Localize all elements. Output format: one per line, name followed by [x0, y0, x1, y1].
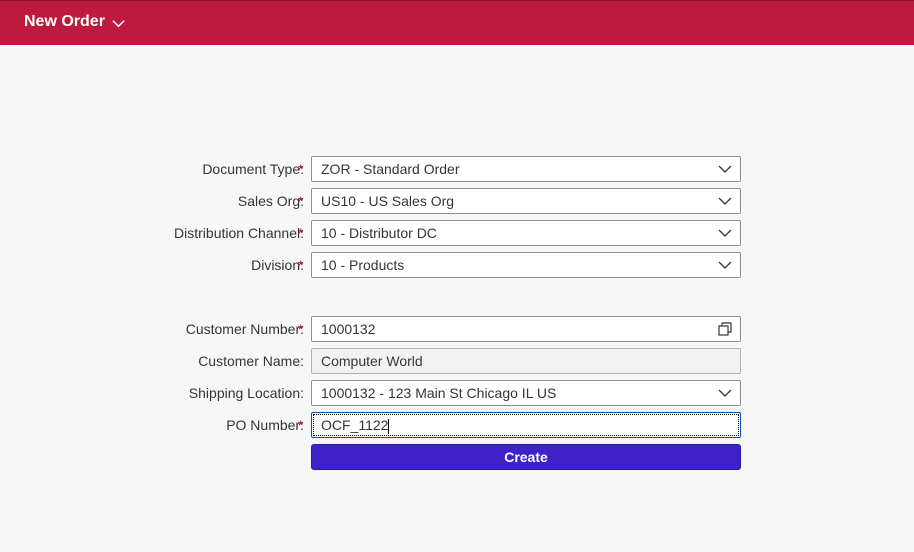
app-title-menu[interactable]: New Order — [24, 13, 125, 31]
po-number-value: OCF_1122 — [321, 417, 389, 433]
po-number-row: PO Number: * OCF_1122 — [0, 412, 914, 438]
distribution-channel-label: Distribution Channel: — [174, 225, 304, 241]
division-row: Division: * 10 - Products — [0, 252, 914, 278]
customer-name-value: Computer World — [321, 353, 423, 369]
required-marker: * — [298, 321, 304, 337]
required-marker: * — [298, 417, 304, 433]
required-marker: * — [298, 193, 304, 209]
required-marker: * — [298, 257, 304, 273]
document-type-row: Document Type: * ZOR - Standard Order — [0, 156, 914, 182]
division-select[interactable]: 10 - Products — [311, 252, 741, 278]
chevron-down-icon[interactable] — [718, 162, 732, 176]
sales-org-label: Sales Org: — [237, 193, 304, 209]
shipping-location-label: Shipping Location: — [188, 385, 304, 401]
text-caret — [388, 418, 390, 434]
distribution-channel-select[interactable]: 10 - Distributor DC — [311, 220, 741, 246]
sales-org-select[interactable]: US10 - US Sales Org — [311, 188, 741, 214]
shipping-location-select[interactable]: 1000132 - 123 Main St Chicago IL US — [311, 380, 741, 406]
customer-number-row: Customer Number: * 1000132 — [0, 316, 914, 342]
required-marker: * — [298, 161, 304, 177]
po-number-label: PO Number: — [226, 417, 304, 433]
chevron-down-icon[interactable] — [718, 258, 732, 272]
customer-name-row: Customer Name: Computer World — [0, 348, 914, 374]
sales-org-value: US10 - US Sales Org — [321, 193, 455, 209]
po-number-input[interactable]: OCF_1122 — [311, 412, 741, 438]
shipping-location-value: 1000132 - 123 Main St Chicago IL US — [321, 385, 557, 401]
po-number-value-wrap: OCF_1122 — [321, 413, 390, 437]
chevron-down-icon[interactable] — [718, 226, 732, 240]
document-type-select[interactable]: ZOR - Standard Order — [311, 156, 741, 182]
customer-number-label: Customer Number: — [185, 321, 304, 337]
required-marker: * — [298, 225, 304, 241]
document-type-value: ZOR - Standard Order — [321, 161, 460, 177]
chevron-down-icon[interactable] — [718, 194, 732, 208]
distribution-channel-row: Distribution Channel: * 10 - Distributor… — [0, 220, 914, 246]
customer-name-label: Customer Name: — [198, 353, 304, 369]
customer-number-value: 1000132 — [321, 321, 376, 337]
document-type-label: Document Type: — [202, 161, 304, 177]
distribution-channel-value: 10 - Distributor DC — [321, 225, 437, 241]
customer-number-input[interactable]: 1000132 — [311, 316, 741, 342]
division-value: 10 - Products — [321, 257, 405, 273]
sales-org-row: Sales Org: * US10 - US Sales Org — [0, 188, 914, 214]
chevron-down-icon — [112, 19, 125, 27]
shipping-location-row: Shipping Location: 1000132 - 123 Main St… — [0, 380, 914, 406]
app-header: New Order — [0, 0, 914, 45]
app-title: New Order — [24, 13, 105, 30]
chevron-down-icon[interactable] — [718, 386, 732, 400]
customer-name-field: Computer World — [311, 348, 741, 374]
value-help-icon[interactable] — [718, 322, 732, 336]
division-label: Division: — [251, 257, 304, 273]
create-button[interactable]: Create — [311, 444, 741, 470]
